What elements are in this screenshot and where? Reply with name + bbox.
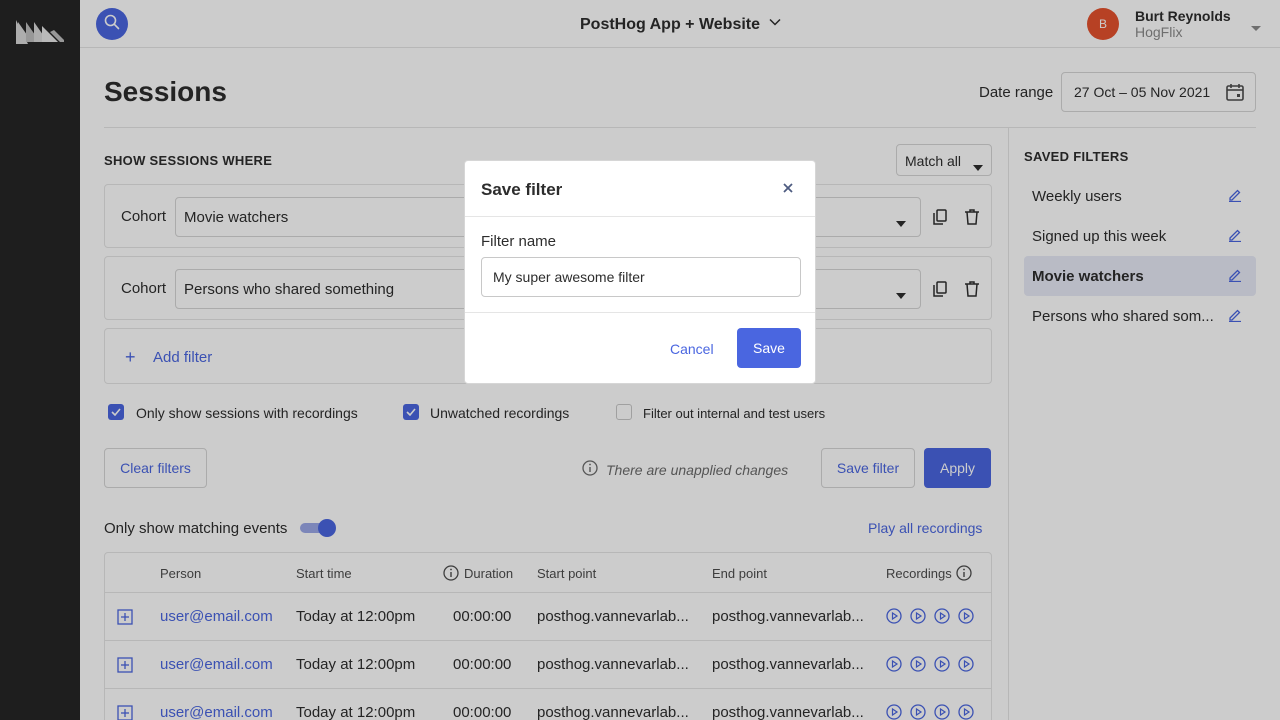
close-icon[interactable] <box>781 181 795 200</box>
cancel-button[interactable]: Cancel <box>670 341 714 357</box>
modal-divider <box>465 216 815 217</box>
save-filter-modal: Save filter Filter name Cancel Save <box>464 160 816 384</box>
app-root: PostHog App + Website B Burt Reynolds Ho… <box>0 0 1280 720</box>
modal-title: Save filter <box>481 180 563 199</box>
filter-name-input[interactable] <box>481 257 801 297</box>
modal-divider <box>465 312 815 313</box>
save-button[interactable]: Save <box>737 328 801 368</box>
filter-name-label: Filter name <box>481 233 557 250</box>
